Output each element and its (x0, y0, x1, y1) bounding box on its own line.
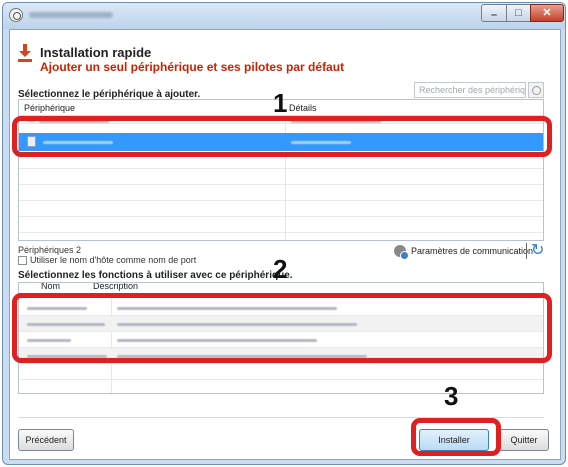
annotation-number-1: 1 (273, 88, 288, 118)
close-button[interactable]: ✕ (530, 4, 564, 22)
empty-row (19, 185, 543, 201)
minimize-button[interactable]: – (481, 4, 507, 22)
refresh-icon[interactable]: ↻ (531, 242, 544, 260)
annotation-highlight-install (411, 418, 501, 456)
annotation-number-2: 2 (273, 254, 288, 284)
quit-button[interactable]: Quitter (499, 429, 549, 451)
toolbar-divider (526, 243, 527, 259)
page-title: Installation rapide (40, 45, 152, 60)
page-subtitle: Ajouter un seul périphérique et ses pilo… (40, 60, 345, 74)
empty-row (19, 217, 543, 233)
title-bar[interactable]: – □ ✕ (3, 3, 565, 29)
comm-settings-link[interactable]: Paramètres de communication (411, 246, 533, 256)
function-section-label: Sélectionnez les fonctions à utiliser av… (18, 270, 293, 281)
annotation-highlight-device (12, 116, 552, 157)
hostname-checkbox[interactable] (18, 256, 27, 265)
empty-row (19, 380, 543, 393)
maximize-button[interactable]: □ (506, 4, 531, 22)
empty-row (19, 201, 543, 217)
column-header-device[interactable]: Périphérique (24, 103, 75, 113)
window-title-blurred (29, 12, 113, 18)
device-count: Périphériques 2 (18, 245, 82, 255)
column-header-description[interactable]: Description (93, 283, 138, 291)
installer-window: – □ ✕ Installation rapide Ajouter un seu… (2, 2, 566, 465)
annotation-highlight-functions (12, 293, 552, 363)
close-icon: ✕ (542, 7, 552, 19)
hostname-checkbox-label[interactable]: Utiliser le nom d'hôte comme nom de port (30, 255, 196, 265)
network-settings-icon[interactable] (394, 245, 409, 260)
maximize-icon: □ (515, 7, 522, 19)
empty-row (19, 364, 543, 380)
search-icon[interactable] (528, 82, 544, 98)
download-arrow-icon (18, 44, 32, 62)
column-header-details[interactable]: Détails (289, 103, 317, 113)
minimize-icon: – (490, 9, 498, 21)
search-input[interactable]: Rechercher des périphériques (414, 82, 526, 98)
annotation-number-3: 3 (444, 381, 459, 411)
app-icon (9, 8, 23, 22)
previous-button[interactable]: Précédent (18, 429, 74, 451)
empty-row (19, 169, 543, 185)
column-header-name[interactable]: Nom (41, 283, 60, 291)
